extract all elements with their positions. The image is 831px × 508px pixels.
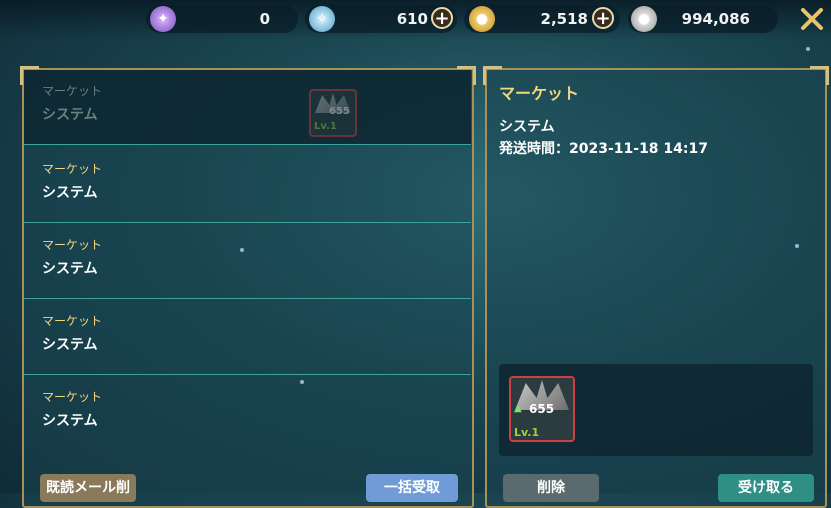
- upgrade-arrow-icon: ▲: [514, 403, 522, 414]
- mail-item-3[interactable]: マーケット システム: [24, 224, 471, 299]
- currency-value-gold: 2,518: [540, 10, 588, 28]
- delete-button[interactable]: 削除: [503, 474, 599, 502]
- add-gold-button[interactable]: +: [592, 7, 614, 29]
- mail-list-panel: マーケット システム 655 Lv.1 マーケット システム マーケット システ…: [20, 66, 476, 508]
- currency-value-purple: 0: [259, 10, 270, 28]
- sparkle: [240, 248, 244, 252]
- sparkle: [795, 244, 799, 248]
- currency-value-silver: 994,086: [681, 10, 750, 28]
- silver-coin-icon: ●: [631, 6, 657, 32]
- attachment-level: Lv.1: [314, 121, 337, 132]
- mail-category: マーケット: [42, 238, 103, 252]
- mail-sender: システム: [42, 185, 98, 201]
- mail-item-1[interactable]: マーケット システム 655 Lv.1: [24, 70, 471, 145]
- receive-all-button[interactable]: 一括受取: [366, 474, 458, 502]
- blue-crystal-icon: ✧: [309, 6, 335, 32]
- mail-sender: システム: [42, 107, 98, 123]
- mail-category: マーケット: [42, 84, 103, 98]
- attachment-thumbnail: 655 Lv.1: [309, 89, 357, 137]
- gold-coin-icon: ●: [469, 6, 495, 32]
- detail-title: マーケット: [499, 84, 580, 103]
- receive-button[interactable]: 受け取る: [718, 474, 814, 502]
- purple-crystal-icon: ✦: [150, 6, 176, 32]
- mail-sender: システム: [42, 337, 98, 353]
- mail-category: マーケット: [42, 390, 103, 404]
- currency-bar: ✦ 0 ✧ 610 + ● 2,518 + ● 994,086: [0, 0, 831, 40]
- mail-item-2[interactable]: マーケット システム: [24, 148, 471, 223]
- attachment-value: 655: [529, 402, 555, 416]
- sparkle: [806, 47, 810, 51]
- detail-sent-time: 発送時間：2023-11-18 14:17: [499, 141, 708, 157]
- close-icon[interactable]: [797, 4, 827, 34]
- delete-read-mail-button[interactable]: 既読メール削除: [40, 474, 136, 502]
- attachment-area: ▲ 655 Lv.1: [499, 364, 813, 456]
- add-blue-crystal-button[interactable]: +: [431, 7, 453, 29]
- attachment-level: Lv.1: [514, 426, 540, 439]
- attachment-value: 655: [329, 106, 350, 117]
- detail-sender: システム: [499, 119, 555, 135]
- sparkle: [300, 380, 304, 384]
- mail-category: マーケット: [42, 314, 103, 328]
- mail-sender: システム: [42, 261, 98, 277]
- mail-detail-panel: マーケット システム 発送時間：2023-11-18 14:17 ▲ 655 L…: [483, 66, 829, 508]
- mail-item-5[interactable]: マーケット システム: [24, 376, 471, 450]
- attachment-item[interactable]: ▲ 655 Lv.1: [509, 376, 575, 442]
- currency-value-blue: 610: [396, 10, 428, 28]
- mail-category: マーケット: [42, 162, 103, 176]
- mail-sender: システム: [42, 413, 98, 429]
- mail-item-4[interactable]: マーケット システム: [24, 300, 471, 375]
